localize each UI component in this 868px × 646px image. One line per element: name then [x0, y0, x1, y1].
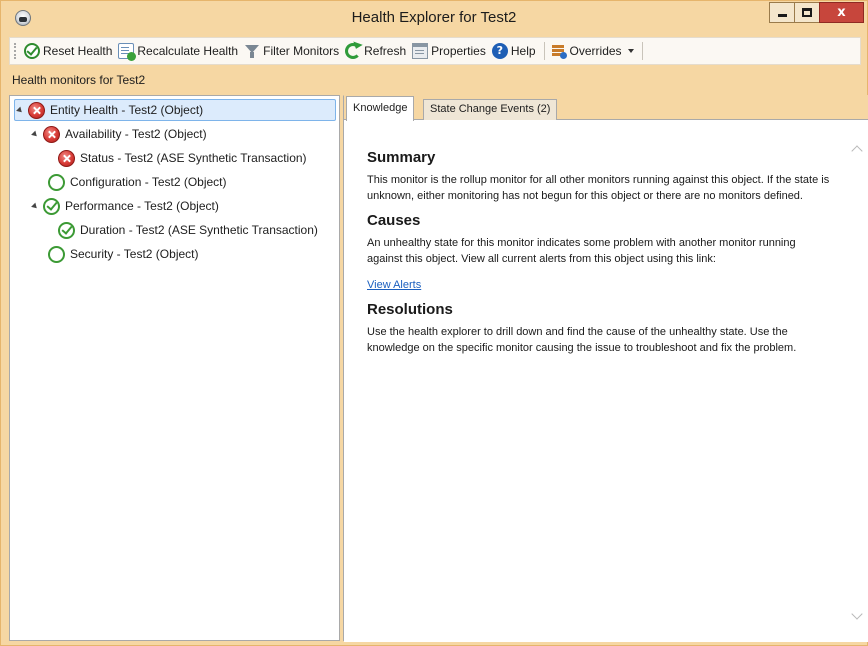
tree-item-availability[interactable]: Availability - Test2 (Object): [31, 123, 207, 145]
filter-funnel-icon: [244, 43, 260, 59]
tree-item-label: Entity Health - Test2 (Object): [50, 103, 204, 117]
tree-item-duration[interactable]: Duration - Test2 (ASE Synthetic Transact…: [58, 219, 318, 241]
tree-item-performance[interactable]: Performance - Test2 (Object): [31, 195, 219, 217]
expand-arrow-icon[interactable]: [16, 106, 24, 114]
check-circle-icon: [24, 43, 40, 59]
title-bar[interactable]: Health Explorer for Test2 x: [1, 1, 867, 35]
error-icon: [43, 125, 60, 143]
toolbar-grip[interactable]: [14, 43, 18, 59]
overrides-label: Overrides: [569, 44, 622, 58]
causes-text: An unhealthy state for this monitor indi…: [367, 237, 796, 265]
empty-circle-icon: [48, 245, 65, 263]
resolutions-text: Use the health explorer to drill down an…: [367, 326, 797, 354]
resolutions-heading: Resolutions: [367, 301, 453, 318]
healthy-icon: [58, 221, 75, 239]
tree-item-status[interactable]: Status - Test2 (ASE Synthetic Transactio…: [58, 147, 307, 169]
filter-monitors-label: Filter Monitors: [263, 44, 340, 58]
minimize-button[interactable]: [769, 2, 795, 23]
recalculate-health-label: Recalculate Health: [137, 44, 239, 58]
tree-item-label: Duration - Test2 (ASE Synthetic Transact…: [80, 223, 318, 237]
toolbar: Reset Health Recalculate Health Filter M…: [9, 37, 861, 65]
properties-icon: [412, 43, 429, 59]
details-panel: Knowledge State Change Events (2) Summar…: [343, 95, 868, 642]
tree-item-configuration[interactable]: Configuration - Test2 (Object): [48, 171, 227, 193]
dropdown-arrow-icon: [627, 49, 634, 53]
summary-text: This monitor is the rollup monitor for a…: [367, 174, 830, 202]
expand-arrow-icon[interactable]: [31, 202, 39, 210]
refresh-label: Refresh: [364, 44, 407, 58]
properties-label: Properties: [431, 44, 486, 58]
close-button[interactable]: x: [819, 2, 864, 23]
tree-item-label: Availability - Test2 (Object): [65, 127, 207, 141]
tree-item-label: Status - Test2 (ASE Synthetic Transactio…: [80, 151, 307, 165]
overrides-dropdown[interactable]: Overrides: [549, 40, 638, 62]
knowledge-content[interactable]: Summary This monitor is the rollup monit…: [344, 121, 868, 642]
close-icon: x: [837, 5, 846, 20]
refresh-button[interactable]: Refresh: [343, 40, 410, 62]
tree-item-label: Configuration - Test2 (Object): [70, 175, 227, 189]
toolbar-separator: [543, 42, 545, 60]
filter-monitors-button[interactable]: Filter Monitors: [242, 40, 343, 62]
refresh-icon: [345, 43, 362, 59]
summary-heading: Summary: [367, 149, 436, 166]
empty-circle-icon: [48, 173, 65, 191]
minimize-icon: [777, 14, 787, 17]
error-icon: [28, 101, 45, 119]
healthy-icon: [43, 197, 60, 215]
tree-item-label: Performance - Test2 (Object): [65, 199, 219, 213]
health-monitors-heading: Health monitors for Test2: [12, 73, 146, 87]
error-icon: [58, 149, 75, 167]
scroll-up-icon[interactable]: [852, 143, 862, 153]
toolbar-separator: [641, 42, 643, 60]
tree-item-label: Security - Test2 (Object): [70, 247, 199, 261]
health-explorer-window: Health Explorer for Test2 x Reset Health…: [0, 0, 868, 646]
help-label: Help: [510, 44, 536, 58]
monitor-tree[interactable]: Entity Health - Test2 (Object) Availabil…: [9, 95, 340, 641]
help-icon: ?: [491, 43, 508, 59]
expand-arrow-icon[interactable]: [31, 130, 39, 138]
causes-heading: Causes: [367, 212, 421, 229]
view-alerts-link[interactable]: View Alerts: [367, 279, 830, 291]
tab-knowledge[interactable]: Knowledge: [346, 96, 415, 121]
reset-health-button[interactable]: Reset Health: [22, 40, 116, 62]
help-button[interactable]: ? Help: [490, 40, 540, 62]
maximize-button[interactable]: [794, 2, 820, 23]
properties-button[interactable]: Properties: [410, 40, 490, 62]
tab-state-change-events[interactable]: State Change Events (2): [423, 99, 558, 120]
overrides-icon: [551, 43, 567, 59]
tree-item-entity-health[interactable]: Entity Health - Test2 (Object): [14, 99, 336, 121]
scroll-down-icon[interactable]: [852, 610, 862, 620]
maximize-icon: [802, 8, 812, 17]
tab-strip: Knowledge State Change Events (2): [344, 96, 868, 121]
reset-health-label: Reset Health: [43, 44, 113, 58]
tree-item-security[interactable]: Security - Test2 (Object): [48, 243, 198, 265]
window-title: Health Explorer for Test2: [351, 9, 517, 26]
recalculate-health-button[interactable]: Recalculate Health: [116, 40, 242, 62]
recalculate-icon: [118, 43, 137, 61]
